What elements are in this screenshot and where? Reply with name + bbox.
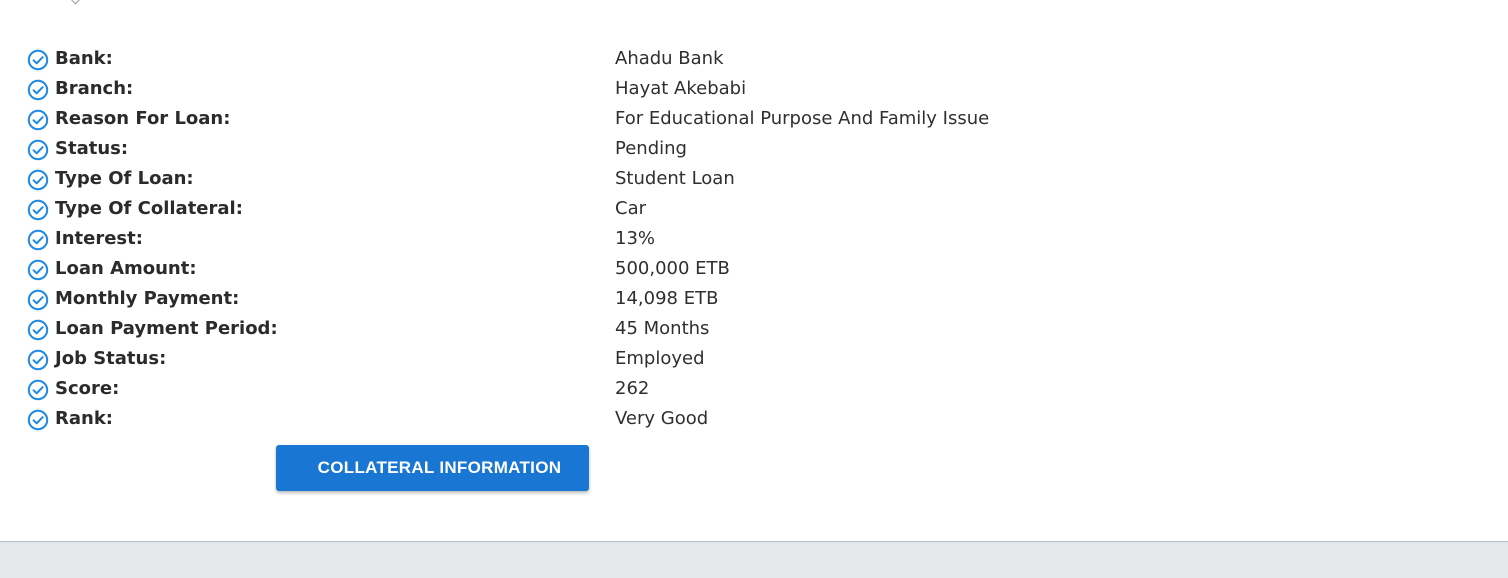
detail-value: Car: [615, 198, 646, 219]
check-circle-icon: [27, 229, 49, 251]
detail-label: Loan Payment Period:: [55, 318, 278, 339]
detail-label: Type Of Loan:: [55, 168, 194, 189]
detail-row-score: Score: 262: [27, 374, 1127, 404]
detail-row-bank: Bank: Ahadu Bank: [27, 44, 1127, 74]
check-circle-icon: [27, 289, 49, 311]
check-circle-icon: [27, 349, 49, 371]
check-circle-icon: [27, 109, 49, 131]
detail-label: Type Of Collateral:: [55, 198, 243, 219]
detail-value: 500,000 ETB: [615, 258, 730, 279]
collateral-information-button[interactable]: COLLATERAL INFORMATION: [276, 445, 589, 491]
detail-value: For Educational Purpose And Family Issue: [615, 108, 990, 129]
detail-value: Ahadu Bank: [615, 48, 724, 69]
detail-row-loan-amount: Loan Amount: 500,000 ETB: [27, 254, 1127, 284]
detail-label: Score:: [55, 378, 120, 399]
check-circle-icon: [27, 199, 49, 221]
detail-label: Interest:: [55, 228, 143, 249]
loan-details-list: Bank: Ahadu Bank Branch: Hayat Akebabi R…: [27, 44, 1127, 434]
detail-value: Pending: [615, 138, 687, 159]
detail-label: Status:: [55, 138, 129, 159]
detail-value: 45 Months: [615, 318, 710, 339]
detail-row-interest: Interest: 13%: [27, 224, 1127, 254]
detail-value: Hayat Akebabi: [615, 78, 747, 99]
check-circle-icon: [27, 319, 49, 341]
loan-details-panel: Bank: Ahadu Bank Branch: Hayat Akebabi R…: [0, 0, 1508, 541]
check-circle-icon: [27, 169, 49, 191]
detail-label: Rank:: [55, 408, 113, 429]
detail-label: Monthly Payment:: [55, 288, 240, 309]
detail-label: Job Status:: [55, 348, 167, 369]
detail-row-job-status: Job Status: Employed: [27, 344, 1127, 374]
check-circle-icon: [27, 79, 49, 101]
check-circle-icon: [27, 139, 49, 161]
check-circle-icon: [27, 379, 49, 401]
check-circle-icon: [27, 409, 49, 431]
detail-value: Student Loan: [615, 168, 735, 189]
detail-value: Very Good: [615, 408, 709, 429]
detail-row-monthly-payment: Monthly Payment: 14,098 ETB: [27, 284, 1127, 314]
check-circle-icon: [27, 49, 49, 71]
detail-row-reason-for-loan: Reason For Loan: For Educational Purpose…: [27, 104, 1127, 134]
detail-row-status: Status: Pending: [27, 134, 1127, 164]
detail-value: 14,098 ETB: [615, 288, 719, 309]
detail-row-loan-payment-period: Loan Payment Period: 45 Months: [27, 314, 1127, 344]
detail-value: Employed: [615, 348, 705, 369]
detail-value: 13%: [615, 228, 656, 249]
detail-label: Bank:: [55, 48, 113, 69]
page-footer: [0, 541, 1508, 578]
detail-row-branch: Branch: Hayat Akebabi: [27, 74, 1127, 104]
detail-label: Loan Amount:: [55, 258, 197, 279]
detail-label: Reason For Loan:: [55, 108, 231, 129]
detail-row-rank: Rank: Very Good: [27, 404, 1127, 434]
collapse-chevron-icon: [70, 0, 81, 5]
detail-row-type-of-collateral: Type Of Collateral: Car: [27, 194, 1127, 224]
check-circle-icon: [27, 259, 49, 281]
detail-value: 262: [615, 378, 650, 399]
detail-row-type-of-loan: Type Of Loan: Student Loan: [27, 164, 1127, 194]
detail-label: Branch:: [55, 78, 134, 99]
